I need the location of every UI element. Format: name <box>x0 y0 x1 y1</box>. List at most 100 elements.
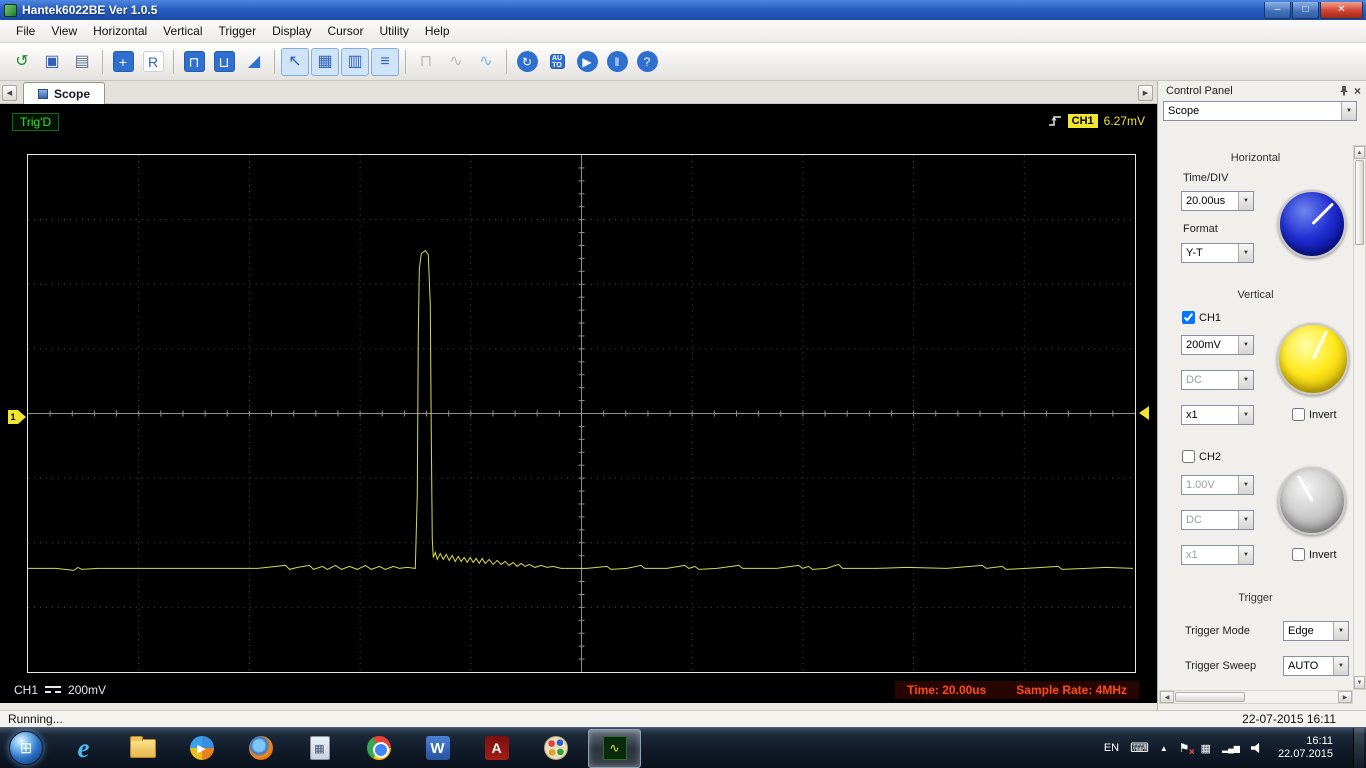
taskbar-app-windows-explorer[interactable] <box>116 729 169 768</box>
taskbar-app-media-player[interactable]: ▶ <box>175 729 228 768</box>
ch1-volts-select[interactable]: 200mV ▼ <box>1181 335 1254 355</box>
control-panel-close-icon[interactable]: × <box>1354 85 1361 97</box>
taskbar-app-chrome[interactable] <box>352 729 405 768</box>
start-icon[interactable]: ▶ <box>573 48 601 76</box>
print-icon[interactable]: ▤ <box>68 48 96 76</box>
ch1-invert-label: Invert <box>1309 408 1337 421</box>
taskbar-app-hantek-scope[interactable]: ∿ <box>588 728 641 768</box>
autoset-icon[interactable]: AU TO <box>543 48 571 76</box>
tab-scroll-right-button[interactable]: ▶ <box>1138 85 1153 101</box>
ch1-probe-select[interactable]: x1 ▼ <box>1181 405 1254 425</box>
trigger-sweep-value: AUTO <box>1288 660 1319 672</box>
ch1-position-knob[interactable] <box>1277 323 1349 395</box>
horizontal-scroll-thumb[interactable] <box>1175 692 1245 702</box>
grid-icon[interactable]: ▦ <box>311 47 339 76</box>
ch1-invert-checkbox[interactable] <box>1292 408 1305 421</box>
taskbar-app-paint[interactable] <box>529 729 582 768</box>
scroll-down-button[interactable]: ▼ <box>1354 676 1365 689</box>
maximize-button[interactable]: □ <box>1292 1 1319 19</box>
record-icon-glyph: R <box>142 51 164 72</box>
horizontal-time-knob[interactable] <box>1278 190 1346 258</box>
clock[interactable]: 16:11 22.07.2015 <box>1278 735 1333 761</box>
trigger-level-marker[interactable] <box>1139 406 1149 420</box>
volume-icon[interactable] <box>1250 742 1260 754</box>
chevron-down-icon: ▼ <box>1341 102 1356 120</box>
action-center-icon[interactable]: ⚑ <box>1179 741 1194 758</box>
menu-help[interactable]: Help <box>417 21 458 41</box>
cursor-icon[interactable]: ↖ <box>281 47 309 76</box>
ch2-checkbox[interactable] <box>1182 450 1195 463</box>
record-icon[interactable]: R <box>139 48 167 76</box>
taskbar-app-calculator[interactable]: ▦ <box>293 729 346 768</box>
chevron-down-icon: ▼ <box>1238 546 1253 564</box>
wave-math-icon[interactable]: ∿ <box>472 48 500 76</box>
panel-vertical-scrollbar[interactable]: ▲ ▼ <box>1353 145 1366 690</box>
taskbar-app-internet-explorer[interactable]: e <box>57 729 110 768</box>
tab-scope[interactable]: Scope <box>23 82 106 104</box>
show-desktop-button[interactable] <box>1353 727 1364 768</box>
close-button[interactable]: ✕ <box>1320 1 1363 19</box>
menu-display[interactable]: Display <box>264 21 319 41</box>
menu-cursor[interactable]: Cursor <box>319 21 371 41</box>
control-panel-title: Control Panel <box>1166 84 1233 97</box>
trigger-sweep-select[interactable]: AUTO ▼ <box>1283 656 1349 676</box>
help-icon[interactable]: ? <box>633 48 661 76</box>
pulse-low-icon[interactable]: ⊔ <box>210 48 238 76</box>
vertical-scroll-thumb[interactable] <box>1355 160 1364 245</box>
keyboard-icon[interactable]: ⌨ <box>1130 740 1149 756</box>
ch2-invert-checkbox[interactable] <box>1292 548 1305 561</box>
ch2-enable[interactable]: CH2 <box>1182 450 1221 463</box>
ch2-probe-value: x1 <box>1186 549 1198 561</box>
menu-view[interactable]: View <box>43 21 85 41</box>
calculator-icon: ▦ <box>309 736 330 760</box>
taskbar-app-acrobat[interactable]: A <box>470 729 523 768</box>
scroll-left-button[interactable]: ◀ <box>1160 691 1174 703</box>
hidden-icons-button[interactable]: ▲ <box>1160 744 1168 753</box>
pause-icon[interactable]: ‖ <box>603 48 631 76</box>
panel-horizontal-scrollbar[interactable]: ◀ ▶ <box>1159 690 1353 704</box>
scroll-right-button[interactable]: ▶ <box>1338 691 1352 703</box>
pin-icon[interactable] <box>1339 85 1349 96</box>
ch2-probe-select: x1 ▼ <box>1181 545 1254 565</box>
pulse-high-icon[interactable]: ⊓ <box>180 48 208 76</box>
menu-horizontal[interactable]: Horizontal <box>85 21 155 41</box>
horizontal-cursor-icon[interactable]: ≡ <box>371 47 399 76</box>
language-indicator[interactable]: EN <box>1104 742 1119 754</box>
open-file-icon[interactable]: ↺ <box>8 48 36 76</box>
scope-bottom-bar: CH1 200mV Time: 20.00us Sample Rate: 4MH… <box>0 679 1157 701</box>
signal-icon[interactable]: ▂▄▆ <box>1222 744 1240 753</box>
paint-icon <box>543 736 568 760</box>
refresh-icon[interactable]: ↻ <box>513 48 541 76</box>
default-setting-icon[interactable]: + <box>109 48 137 76</box>
channel1-position-marker[interactable]: 1 <box>8 410 26 424</box>
taskbar-app-word[interactable]: W <box>411 729 464 768</box>
ch1-enable[interactable]: CH1 <box>1182 311 1221 324</box>
toolbar-separator <box>405 49 406 74</box>
menu-vertical[interactable]: Vertical <box>155 21 210 41</box>
format-select[interactable]: Y-T ▼ <box>1181 243 1254 263</box>
toolbar-separator <box>506 49 507 74</box>
ch2-position-knob[interactable] <box>1278 467 1346 535</box>
ch1-invert[interactable]: Invert <box>1292 408 1337 421</box>
ramp-icon[interactable]: ◢ <box>240 48 268 76</box>
ch1-checkbox[interactable] <box>1182 311 1195 324</box>
clock-time: 16:11 <box>1306 735 1333 747</box>
save-icon[interactable]: ▣ <box>38 48 66 76</box>
scroll-up-button[interactable]: ▲ <box>1354 146 1365 159</box>
menu-utility[interactable]: Utility <box>371 21 416 41</box>
control-panel: Control Panel × Scope ▼ Horizontal Time/… <box>1157 81 1366 710</box>
ch2-invert[interactable]: Invert <box>1292 548 1337 561</box>
tab-scroll-left-button[interactable]: ◀ <box>2 85 17 101</box>
ch1-coupling-select[interactable]: DC ▼ <box>1181 370 1254 390</box>
start-button[interactable]: ⊞ <box>9 731 43 765</box>
chevron-down-icon: ▼ <box>1333 657 1348 675</box>
trigger-mode-select[interactable]: Edge ▼ <box>1283 621 1349 641</box>
minimize-button[interactable]: – <box>1264 1 1291 19</box>
taskbar-app-firefox[interactable] <box>234 729 287 768</box>
menu-file[interactable]: File <box>8 21 43 41</box>
time-div-select[interactable]: 20.00us ▼ <box>1181 191 1254 211</box>
network-icon[interactable]: ▦ <box>1201 742 1211 755</box>
menu-trigger[interactable]: Trigger <box>211 21 265 41</box>
panel-mode-select[interactable]: Scope ▼ <box>1163 101 1357 121</box>
vertical-cursor-icon[interactable]: ▥ <box>341 47 369 76</box>
